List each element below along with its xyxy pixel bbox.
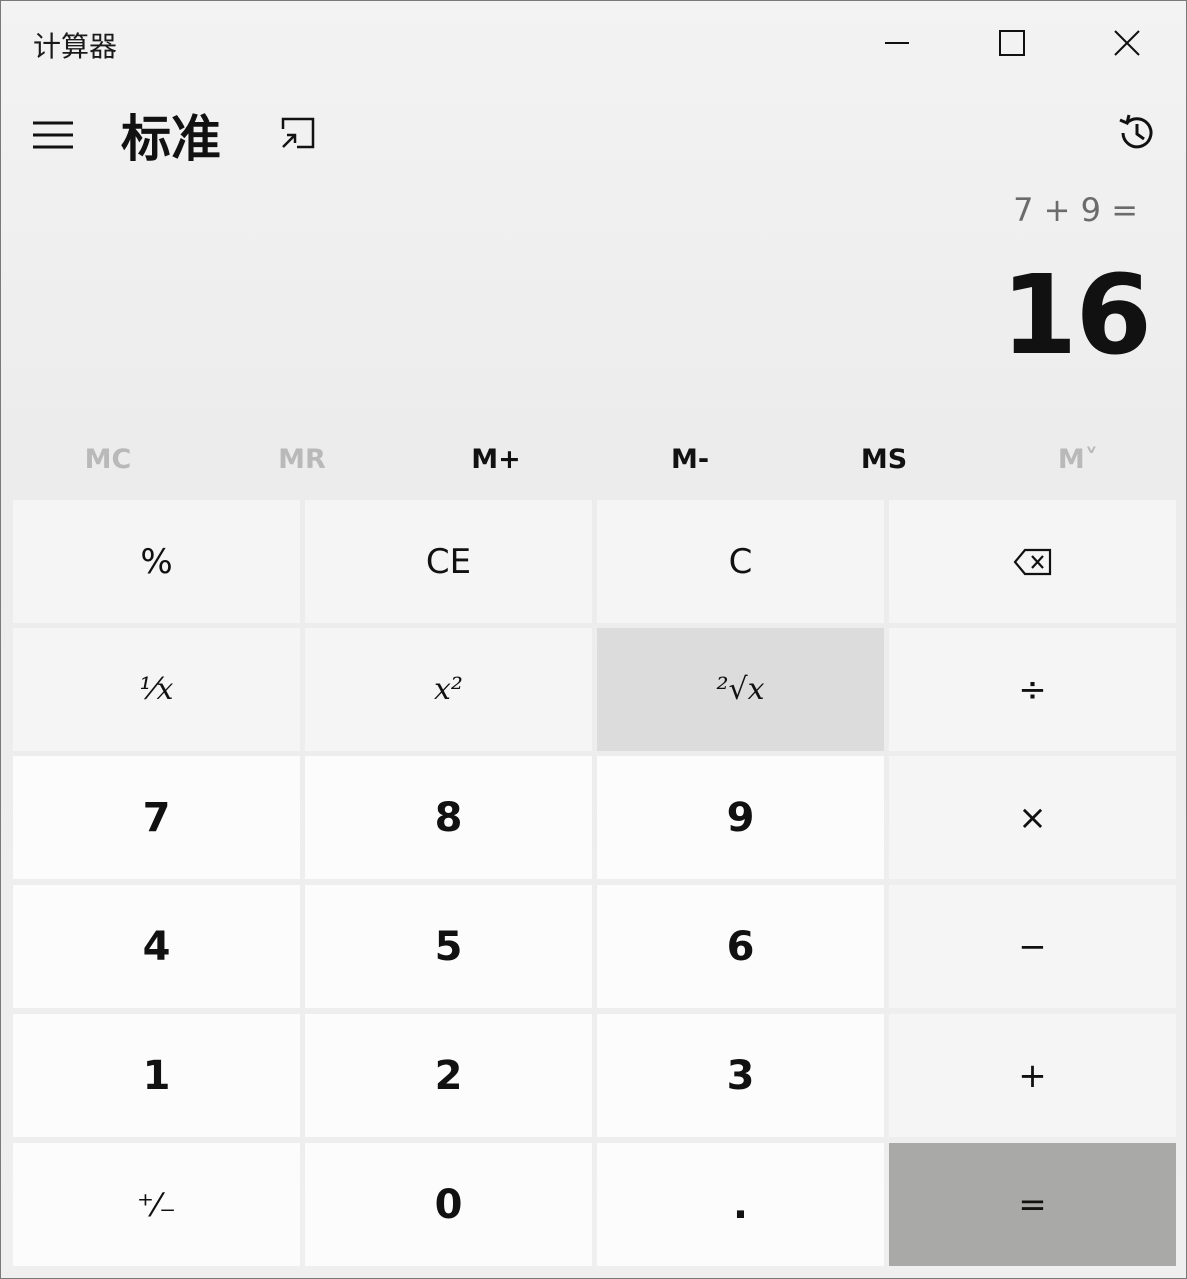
square-root-button[interactable]: ²√x: [597, 628, 884, 751]
mode-title: 标准: [121, 110, 221, 168]
subtract-label: −: [1018, 926, 1047, 967]
memory-list-button[interactable]: M˅: [981, 421, 1175, 497]
minimize-button[interactable]: [841, 1, 953, 85]
divide-label: ÷: [1018, 669, 1047, 710]
title-bar: 计算器: [1, 1, 1186, 85]
navigation-menu-button[interactable]: [31, 119, 75, 151]
maximize-button[interactable]: [956, 1, 1068, 85]
result-display: 16: [1000, 251, 1152, 379]
equals-button[interactable]: =: [889, 1143, 1176, 1266]
minimize-icon: [885, 42, 909, 44]
add-button[interactable]: +: [889, 1014, 1176, 1137]
digit-0-button[interactable]: 0: [305, 1143, 592, 1266]
digit-8-button[interactable]: 8: [305, 756, 592, 879]
subtract-button[interactable]: −: [889, 885, 1176, 1008]
reciprocal-button[interactable]: ¹⁄x: [13, 628, 300, 751]
memory-clear-button[interactable]: MC: [11, 421, 205, 497]
backspace-icon: [1013, 548, 1051, 575]
square-label: x²: [434, 672, 463, 707]
square-root-label: ²√x: [716, 672, 765, 707]
close-button[interactable]: [1071, 1, 1183, 85]
add-label: +: [1018, 1055, 1047, 1096]
history-button[interactable]: [1115, 111, 1159, 155]
percent-button[interactable]: %: [13, 500, 300, 623]
multiply-button[interactable]: ×: [889, 756, 1176, 879]
clear-label: C: [728, 541, 753, 582]
decimal-button[interactable]: .: [597, 1143, 884, 1266]
clear-button[interactable]: C: [597, 500, 884, 623]
app-title: 计算器: [33, 30, 118, 63]
digit-2-button[interactable]: 2: [305, 1014, 592, 1137]
equals-label: =: [1018, 1184, 1047, 1225]
history-icon: [1119, 114, 1153, 149]
memory-recall-button[interactable]: MR: [205, 421, 399, 497]
backspace-button[interactable]: [889, 500, 1176, 623]
percent-label: %: [140, 541, 173, 582]
keypad: % CE C ¹⁄x x² ²√x ÷ 7 8 9 × 4 5 6 − 1 2 …: [13, 500, 1178, 1268]
clear-entry-label: CE: [425, 541, 472, 582]
memory-row: MC MR M+ M- MS M˅: [11, 421, 1177, 497]
memory-add-button[interactable]: M+: [399, 421, 593, 497]
hamburger-menu-icon: [33, 121, 73, 149]
keep-on-top-button[interactable]: [279, 115, 317, 151]
memory-subtract-button[interactable]: M-: [593, 421, 787, 497]
square-button[interactable]: x²: [305, 628, 592, 751]
reciprocal-label: ¹⁄x: [139, 672, 174, 707]
digit-3-button[interactable]: 3: [597, 1014, 884, 1137]
digit-5-button[interactable]: 5: [305, 885, 592, 1008]
calculator-window: 计算器 标准 7 + 9 = 16 MC MR M+ M- MS M˅ % CE…: [0, 0, 1187, 1279]
digit-1-button[interactable]: 1: [13, 1014, 300, 1137]
digit-4-button[interactable]: 4: [13, 885, 300, 1008]
negate-button[interactable]: ⁺⁄₋: [13, 1143, 300, 1266]
digit-6-button[interactable]: 6: [597, 885, 884, 1008]
digit-9-button[interactable]: 9: [597, 756, 884, 879]
multiply-label: ×: [1018, 797, 1047, 838]
negate-label: ⁺⁄₋: [136, 1185, 177, 1224]
maximize-icon: [999, 30, 1025, 56]
divide-button[interactable]: ÷: [889, 628, 1176, 751]
keep-on-top-icon: [281, 117, 315, 149]
digit-7-button[interactable]: 7: [13, 756, 300, 879]
memory-store-button[interactable]: MS: [787, 421, 981, 497]
clear-entry-button[interactable]: CE: [305, 500, 592, 623]
expression-display: 7 + 9 =: [1013, 191, 1138, 229]
close-icon: [1114, 30, 1140, 56]
